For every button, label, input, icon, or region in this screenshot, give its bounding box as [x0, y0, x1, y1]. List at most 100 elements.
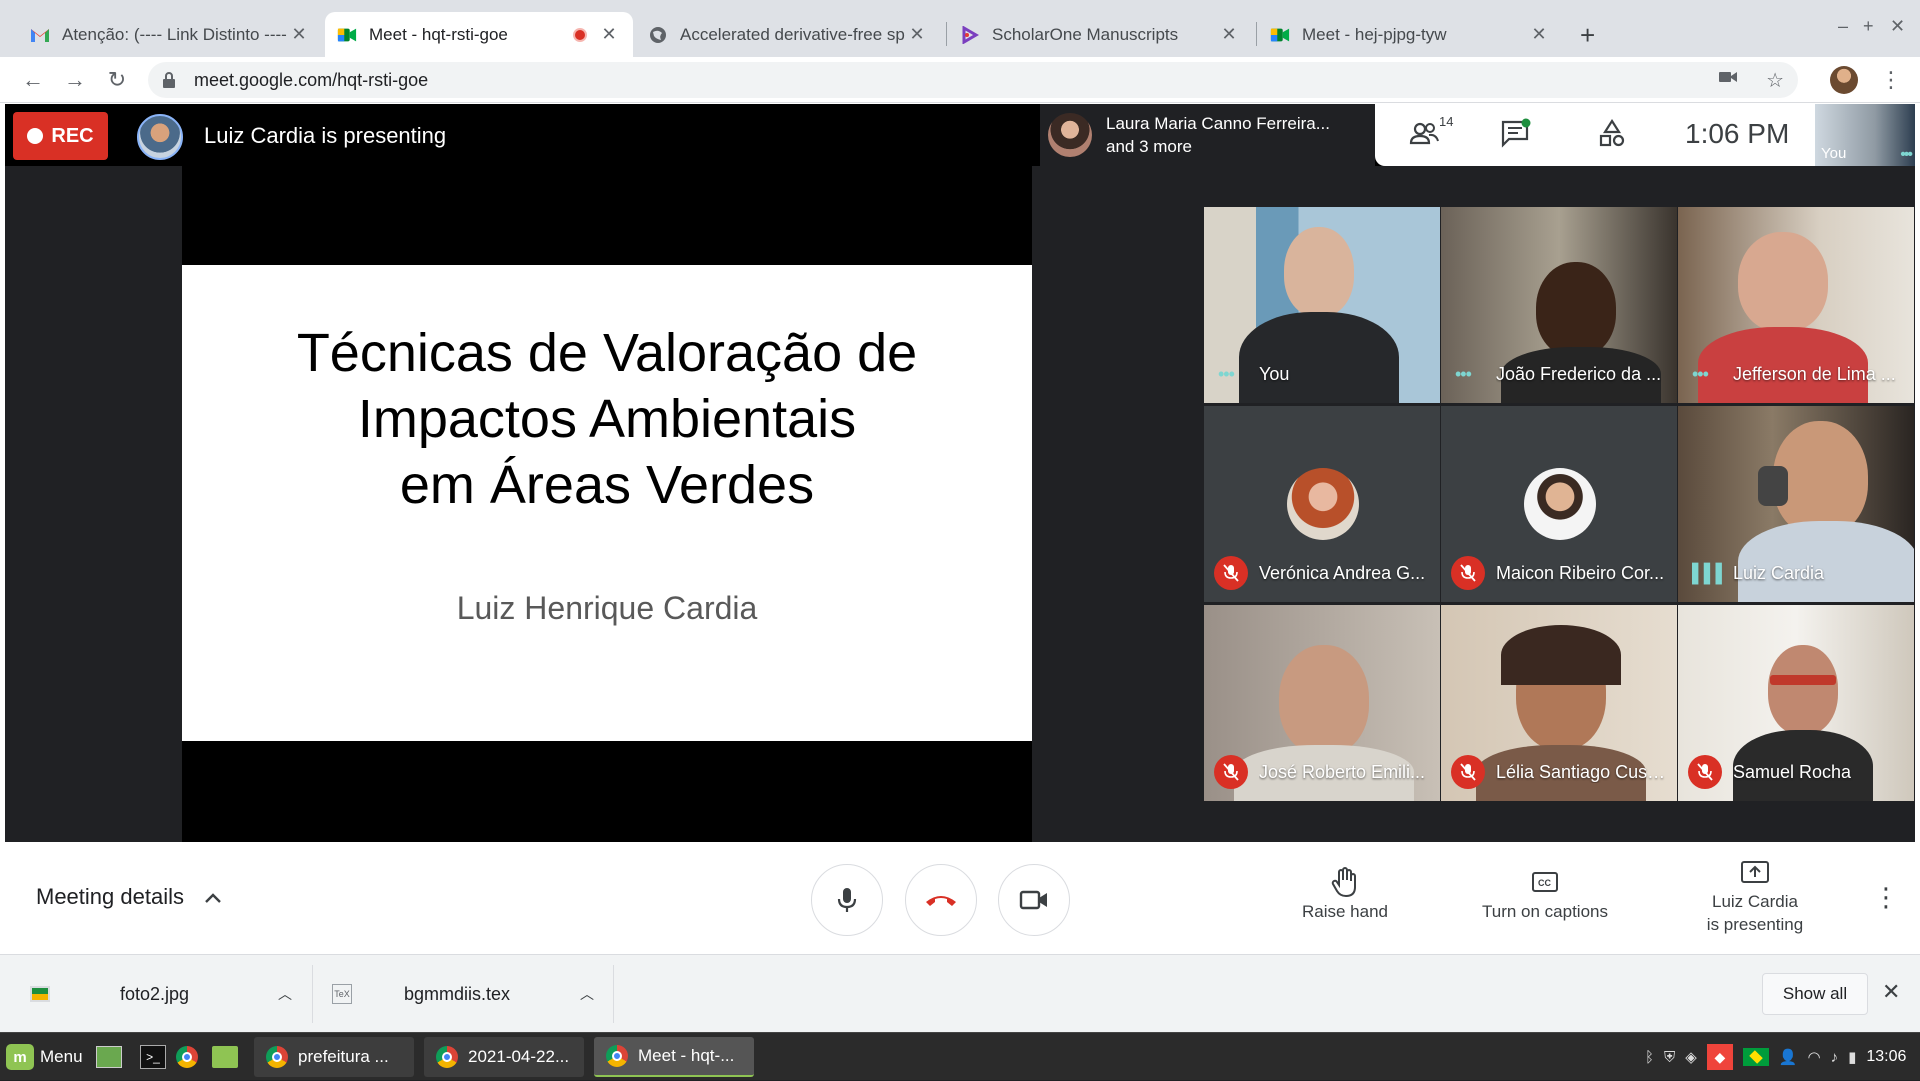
people-button[interactable]: 14: [1409, 114, 1453, 153]
other-participants-chip[interactable]: Laura Maria Canno Ferreira... and 3 more: [1040, 104, 1375, 166]
closed-captions-icon: CC: [1532, 872, 1558, 892]
bluetooth-icon[interactable]: ᛒ: [1645, 1049, 1654, 1066]
mic-off-icon: [1214, 755, 1248, 789]
tab-scholarone[interactable]: ScholarOne Manuscripts ✕: [948, 12, 1253, 57]
participant-tile[interactable]: ••• João Frederico da ...: [1441, 207, 1677, 403]
chrome-launcher-icon[interactable]: [176, 1039, 198, 1075]
start-menu-button[interactable]: m Menu: [6, 1039, 83, 1075]
close-icon[interactable]: ✕: [1527, 24, 1551, 45]
image-file-icon: [30, 986, 50, 1002]
chevron-up-icon[interactable]: ︿: [278, 984, 292, 1004]
terminal-icon[interactable]: >_: [140, 1039, 166, 1075]
system-tray: ᛒ ⛨ ◈ ◆ 👤 ◠ ♪ ▮ 13:06: [1645, 1033, 1906, 1081]
svg-text:CC: CC: [1538, 878, 1551, 888]
activities-button[interactable]: [1597, 118, 1627, 153]
tab-accelerated[interactable]: Accelerated derivative-free sp ✕: [636, 12, 941, 57]
participant-tile[interactable]: Verónica Andrea G...: [1204, 406, 1440, 602]
presenter-avatar: [137, 114, 183, 160]
close-window-icon[interactable]: ✕: [1890, 16, 1905, 37]
raise-hand-button[interactable]: Raise hand: [1285, 864, 1405, 923]
participant-tile[interactable]: ••• Jefferson de Lima ...: [1678, 207, 1914, 403]
camera-button[interactable]: [998, 864, 1070, 936]
more-options-icon[interactable]: ⋮: [1873, 882, 1899, 913]
maximize-icon[interactable]: +: [1863, 16, 1874, 37]
minimize-icon[interactable]: –: [1838, 16, 1848, 37]
participant-tile[interactable]: Lélia Santiago Cust...: [1441, 605, 1677, 801]
tab-meet-active[interactable]: Meet - hqt-rsti-goe ✕: [325, 12, 633, 57]
shield-icon[interactable]: ⛨: [1664, 1049, 1675, 1066]
hang-up-icon: [926, 896, 956, 906]
participant-tile[interactable]: Samuel Rocha: [1678, 605, 1914, 801]
shapes-icon: [1599, 118, 1625, 147]
files-icon[interactable]: [212, 1039, 238, 1075]
system-clock: 13:06: [1866, 1048, 1907, 1065]
profile-avatar[interactable]: [1830, 66, 1858, 94]
tab-separator: [946, 22, 947, 46]
browser-menu-icon[interactable]: ⋮: [1880, 67, 1902, 93]
video-camera-icon: [1019, 890, 1047, 910]
chrome-icon: [266, 1046, 288, 1068]
chevron-up-icon[interactable]: ︿: [580, 984, 594, 1004]
participant-tile[interactable]: ••• You: [1204, 207, 1440, 403]
browser-window: Atenção: (---- Link Distinto ----) ✕ Mee…: [0, 0, 1920, 1032]
slide-title: Técnicas de Valoração de Impactos Ambien…: [296, 323, 918, 515]
download-item[interactable]: TeX bgmmdiis.tex ︿: [332, 955, 594, 1033]
battery-icon[interactable]: ▮: [1848, 1048, 1856, 1066]
lock-icon: [163, 72, 175, 88]
address-bar[interactable]: meet.google.com/hqt-rsti-goe ☆: [148, 62, 1798, 98]
leave-call-button[interactable]: [905, 864, 977, 936]
close-icon[interactable]: ✕: [1217, 24, 1241, 45]
camera-blocked-icon[interactable]: [1718, 68, 1738, 93]
presentation-status-button[interactable]: Luiz Cardia is presenting: [1685, 854, 1825, 936]
browser-toolbar: ← → ↻ meet.google.com/hqt-rsti-goe ☆ ⋮: [0, 57, 1920, 103]
back-button[interactable]: ←: [18, 65, 48, 95]
close-icon[interactable]: ✕: [597, 24, 621, 45]
show-desktop-icon[interactable]: [96, 1039, 122, 1075]
vpn-icon[interactable]: ◈: [1685, 1048, 1697, 1066]
recording-badge[interactable]: REC: [13, 112, 108, 160]
chat-button[interactable]: [1500, 118, 1532, 153]
self-view-thumbnail[interactable]: You •••: [1815, 104, 1915, 166]
volume-icon[interactable]: ♪: [1831, 1049, 1839, 1066]
participant-avatar: [1287, 468, 1359, 540]
tab-gmail[interactable]: Atenção: (---- Link Distinto ----) ✕: [18, 12, 323, 57]
taskbar-window-prefeitura[interactable]: prefeitura ...: [254, 1037, 414, 1077]
url-text[interactable]: meet.google.com/hqt-rsti-goe: [194, 70, 428, 91]
participant-tile[interactable]: José Roberto Emili...: [1204, 605, 1440, 801]
tab-meet-2[interactable]: Meet - hej-pjpg-tyw ✕: [1258, 12, 1563, 57]
bookmark-star-icon[interactable]: ☆: [1766, 68, 1784, 93]
tab-strip: Atenção: (---- Link Distinto ----) ✕ Mee…: [0, 0, 1920, 57]
close-icon[interactable]: ✕: [287, 24, 311, 45]
meet-icon: [337, 25, 357, 45]
mic-off-icon: [1451, 556, 1485, 590]
meeting-details-button[interactable]: Meeting details: [36, 884, 222, 910]
show-all-downloads-button[interactable]: Show all: [1762, 973, 1868, 1015]
os-taskbar: m Menu >_ prefeitura ... 2021-04-22... M…: [0, 1032, 1920, 1080]
mic-off-icon: [1451, 755, 1485, 789]
close-icon[interactable]: ✕: [905, 24, 929, 45]
scholarone-icon: [960, 25, 980, 45]
forward-button[interactable]: →: [60, 65, 90, 95]
slide-author: Luiz Henrique Cardia: [456, 590, 758, 626]
captions-button[interactable]: CC Turn on captions: [1465, 864, 1625, 923]
user-icon[interactable]: 👤: [1779, 1048, 1798, 1066]
anydesk-icon[interactable]: ◆: [1706, 1044, 1733, 1070]
meet-call-area: REC Luiz Cardia is presenting Laura Mari…: [5, 104, 1915, 842]
microphone-button[interactable]: [811, 864, 883, 936]
meet-icon: [1270, 25, 1290, 45]
presenting-status: Luiz Cardia is presenting: [204, 123, 447, 148]
tex-file-icon: TeX: [332, 984, 352, 1004]
reload-button[interactable]: ↻: [102, 65, 132, 95]
presentation-stage: Técnicas de Valoração de Impactos Ambien…: [182, 166, 1032, 842]
new-tab-button[interactable]: +: [1580, 20, 1595, 51]
audio-level-icon: •••: [1218, 364, 1235, 384]
wifi-icon[interactable]: ◠: [1808, 1048, 1821, 1066]
mic-off-icon: [1688, 755, 1722, 789]
download-item[interactable]: foto2.jpg ︿: [30, 955, 292, 1033]
participant-tile[interactable]: ▌▌▌ Luiz Cardia: [1678, 406, 1914, 602]
brazil-flag-icon[interactable]: [1742, 1048, 1769, 1066]
taskbar-window-date[interactable]: 2021-04-22...: [424, 1037, 584, 1077]
taskbar-window-meet[interactable]: Meet - hqt-...: [594, 1037, 754, 1077]
close-icon[interactable]: ✕: [1882, 979, 1900, 1005]
participant-tile[interactable]: Maicon Ribeiro Cor...: [1441, 406, 1677, 602]
